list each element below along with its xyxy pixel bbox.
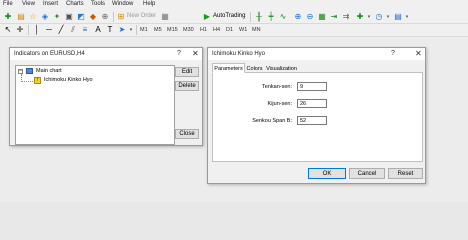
market-watch-icon[interactable]: ☆ [28,12,38,22]
period-m5[interactable]: M5 [154,27,162,33]
cancel-button[interactable]: Cancel [349,168,385,179]
reset-button[interactable]: Reset [388,168,423,179]
toolbar-separator [28,25,29,35]
senkou-span-b-input[interactable]: 52 [297,116,327,125]
menu-file[interactable]: File [3,1,13,7]
periods-dropdown-icon[interactable]: ▾ [383,12,393,22]
toolbar-separator [113,12,114,22]
help-icon[interactable]: ? [391,50,395,57]
custom-indicator-icon: f [34,77,41,84]
ok-button[interactable]: OK [308,168,346,179]
ichimoku-dialog: Ichimoku Kinko Hyo ? ✕ Parameters Colors… [207,47,426,184]
autotrading-button[interactable]: AutoTrading [213,13,245,19]
chart-window-icon [26,68,33,74]
tenkan-sen-label: Tenkan-sen: [262,84,292,90]
close-icon[interactable]: ✕ [192,49,199,58]
period-d1[interactable]: D1 [226,27,233,33]
indicator-tree[interactable]: − Main chart f Ichimoku Kinko Hyo [15,65,175,145]
new-chart-icon[interactable]: ✚ [3,12,13,22]
indicators-dialog: Indicators on EURUSD,H4 ? ✕ − Main chart… [9,47,203,146]
period-m1[interactable]: M1 [140,27,148,33]
period-mn[interactable]: MN [252,27,261,33]
metaeditor-icon[interactable]: ◆ [88,12,98,22]
candlestick-icon[interactable]: ┿ [266,12,276,22]
metaquotes-icon[interactable]: ▦ [160,12,170,22]
period-h1[interactable]: H1 [200,27,207,33]
period-w1[interactable]: W1 [239,27,247,33]
period-m30[interactable]: M30 [183,27,194,33]
fibonacci-icon[interactable]: ≡ [80,25,90,35]
tree-line [21,81,33,82]
terminal-icon[interactable]: ▣ [64,12,74,22]
channel-icon[interactable]: ⫽ [68,25,78,35]
line-chart-icon[interactable]: ∿ [278,12,288,22]
menu-insert[interactable]: Insert [43,1,58,7]
menu-bar: File View Insert Charts Tools Window Hel… [0,0,468,10]
ichimoku-dialog-titlebar: Ichimoku Kinko Hyo ? ✕ [208,48,425,60]
indicators-dropdown-icon[interactable]: ▾ [364,12,374,22]
menu-tools[interactable]: Tools [91,1,105,7]
period-m15[interactable]: M15 [167,27,178,33]
indicators-dialog-titlebar: Indicators on EURUSD,H4 ? ✕ [10,48,202,60]
senkou-span-b-label: Senkou Span B: [252,118,292,124]
menu-charts[interactable]: Charts [66,1,84,7]
zoom-in-icon[interactable]: ⊕ [293,12,303,22]
close-button[interactable]: Close [175,129,199,139]
menu-help[interactable]: Help [143,1,155,7]
indicators-dialog-title: Indicators on EURUSD,H4 [14,51,85,57]
ichimoku-dialog-body: Parameters Colors Visualization Tenkan-s… [208,60,425,183]
standard-toolbar: ✚ ▤ ☆ ◈ ✦ ▣ ◩ ◆ ⊕ ⊞ New Order ▦ ▶ AutoTr… [0,10,468,24]
parameters-panel: Tenkan-sen: 9 Kijun-sen: 26 Senkou Span … [212,72,423,162]
text-icon[interactable]: A [93,25,103,35]
new-order-button[interactable]: New Order [127,13,156,19]
navigator-icon[interactable]: ✦ [52,12,62,22]
new-order-icon[interactable]: ⊞ [116,12,126,22]
horizontal-line-icon[interactable]: ─ [44,25,54,35]
kijun-sen-label: Kijun-sen: [267,101,292,107]
period-h4[interactable]: H4 [213,27,220,33]
templates-dropdown-icon[interactable]: ▾ [402,12,412,22]
indicators-dialog-body: − Main chart f Ichimoku Kinko Hyo Edit D… [10,60,202,145]
tree-root-label[interactable]: Main chart [36,68,62,74]
cursor-icon[interactable]: ↖ [3,25,13,35]
close-icon[interactable]: ✕ [415,49,422,58]
delete-button[interactable]: Delete [175,81,199,91]
kijun-sen-input[interactable]: 26 [297,99,327,108]
toolbar-separator [250,12,251,22]
toolbar-separator [136,25,137,35]
text-label-icon[interactable]: T [105,25,115,35]
menu-window[interactable]: Window [112,1,133,7]
autotrading-icon[interactable]: ▶ [202,12,212,22]
crosshair-icon[interactable]: ✛ [15,25,25,35]
ichimoku-dialog-title: Ichimoku Kinko Hyo [212,51,266,57]
tab-parameters[interactable]: Parameters [212,63,245,73]
data-window-icon[interactable]: ◈ [40,12,50,22]
menu-view[interactable]: View [22,1,35,7]
autoscroll-icon[interactable]: ⇉ [341,12,351,22]
help-icon[interactable]: ? [177,50,181,57]
profiles-icon[interactable]: ▤ [16,12,26,22]
tree-child-label[interactable]: Ichimoku Kinko Hyo [44,77,93,83]
trendline-icon[interactable]: ╱ [56,25,66,35]
edit-button[interactable]: Edit [175,67,199,77]
tile-windows-icon[interactable]: ▦ [317,12,327,22]
shapes-dropdown-icon[interactable]: ▾ [126,25,136,35]
tester-icon[interactable]: ◩ [76,12,86,22]
chart-shift-icon[interactable]: ⇥ [329,12,339,22]
line-studies-toolbar: ↖ ✛ │ ─ ╱ ⫽ ≡ A T ➤ ▾ M1 M5 M15 M30 H1 H… [0,24,468,37]
vertical-line-icon[interactable]: │ [32,25,42,35]
bar-chart-icon[interactable]: ╫ [254,12,264,22]
tenkan-sen-input[interactable]: 9 [297,82,327,91]
zoom-out-icon[interactable]: ⊖ [305,12,315,22]
history-icon[interactable]: ⊕ [100,12,110,22]
